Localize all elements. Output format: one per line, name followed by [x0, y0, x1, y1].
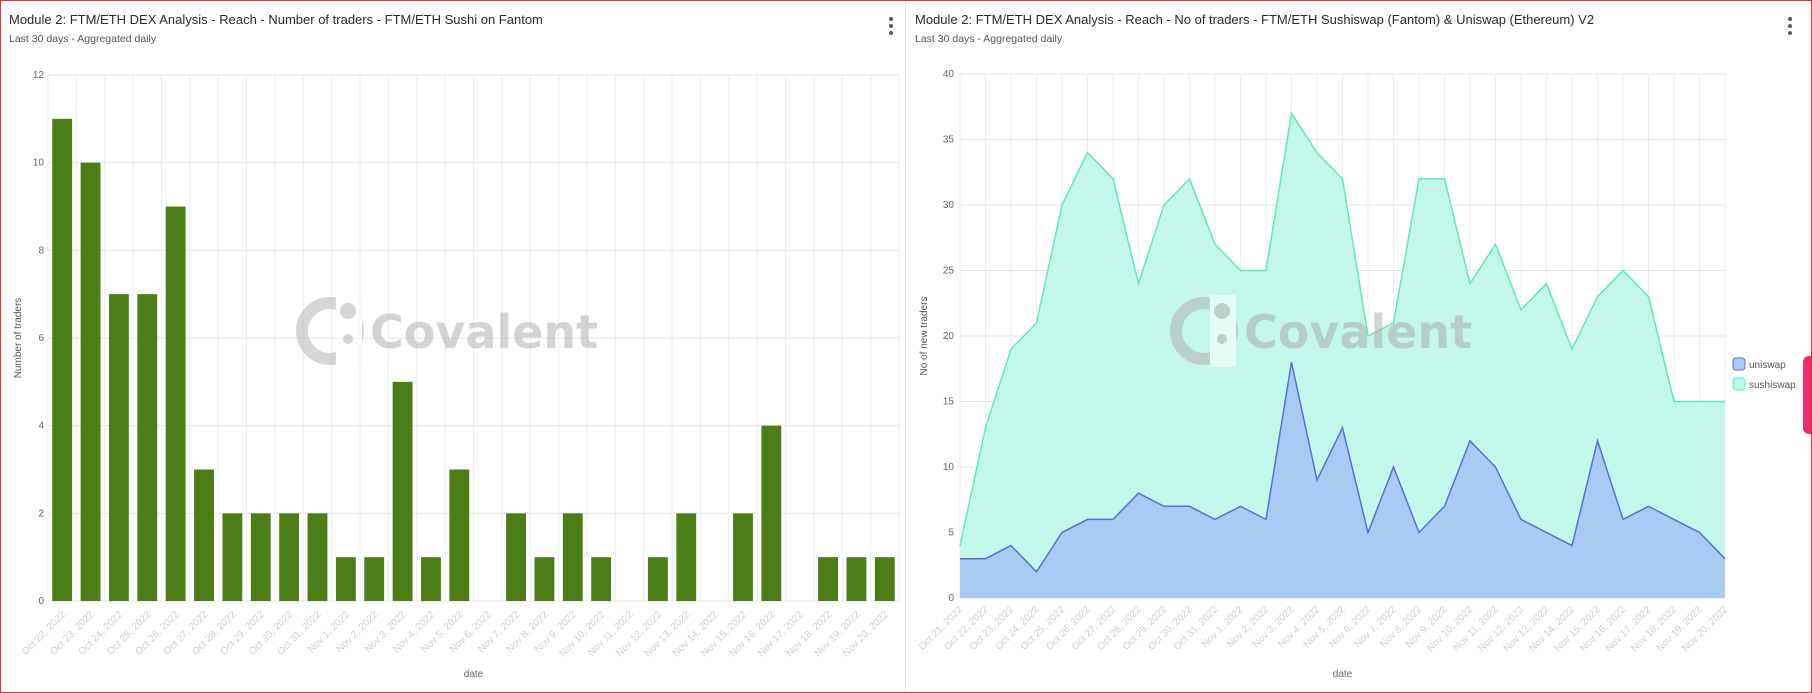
- legend-label: sushiswap: [1749, 380, 1796, 391]
- bar: [137, 294, 158, 601]
- x-axis-label: date: [464, 669, 484, 680]
- y-tick-label: 2: [38, 508, 44, 519]
- bar: [761, 425, 782, 601]
- bar: [80, 162, 101, 601]
- bar: [165, 206, 186, 601]
- bar: [846, 557, 867, 601]
- bar: [421, 557, 441, 601]
- watermark-logo-dot: [1217, 334, 1227, 344]
- bar: [591, 557, 612, 601]
- bar: [506, 513, 526, 601]
- bar: [676, 513, 697, 601]
- x-axis-label: date: [1333, 669, 1353, 680]
- bar: [279, 513, 300, 601]
- covalent-watermark: Covalent: [1170, 295, 1472, 367]
- bar: [562, 513, 583, 601]
- y-tick-label: 4: [38, 421, 44, 432]
- covalent-watermark: Covalent: [296, 295, 598, 367]
- legend-swatch: [1732, 377, 1746, 391]
- bar: [647, 557, 668, 601]
- bar: [733, 513, 753, 601]
- y-axis-label: Number of traders: [13, 298, 24, 379]
- bar: [335, 557, 356, 601]
- y-tick-label: 35: [943, 135, 955, 146]
- y-axis-label: No of new traders: [919, 297, 930, 376]
- watermark-logo-dot: [1214, 303, 1230, 319]
- area-chart: 0510152025303540CovalentOct 21, 2022Oct …: [917, 69, 1796, 680]
- y-tick-label: 15: [943, 397, 955, 408]
- bar: [250, 513, 271, 601]
- bar: [874, 557, 895, 601]
- y-tick-label: 6: [38, 333, 44, 344]
- y-tick-label: 20: [943, 331, 955, 342]
- bar-chart: 024681012CovalentOct 22, 2022Oct 23, 202…: [13, 70, 900, 680]
- watermark-logo-dot: [340, 303, 356, 319]
- legend-label: uniswap: [1749, 360, 1786, 371]
- bar: [818, 557, 839, 601]
- area-chart-panel: Module 2: FTM/ETH DEX Analysis - Reach -…: [907, 1, 1811, 692]
- y-tick-label: 25: [943, 266, 955, 277]
- y-tick-label: 10: [943, 462, 955, 473]
- bar: [392, 381, 413, 601]
- legend-swatch: [1732, 357, 1746, 371]
- bar-chart-panel: Module 2: FTM/ETH DEX Analysis - Reach -…: [1, 1, 906, 692]
- y-tick-label: 30: [943, 200, 955, 211]
- bar: [307, 513, 328, 601]
- bar: [52, 118, 73, 601]
- y-tick-label: 10: [33, 158, 45, 169]
- bar: [534, 557, 555, 601]
- bar: [222, 513, 243, 601]
- bar: [108, 294, 129, 601]
- y-tick-label: 0: [948, 593, 954, 604]
- y-tick-label: 40: [943, 69, 955, 80]
- y-tick-label: 5: [948, 528, 954, 539]
- watermark-text: Covalent: [1244, 305, 1472, 359]
- y-tick-label: 12: [33, 70, 45, 81]
- bar: [194, 469, 214, 601]
- watermark-logo-dot: [343, 334, 353, 344]
- y-tick-label: 0: [38, 596, 44, 607]
- feedback-tab[interactable]: [1803, 356, 1811, 434]
- chart-legend: uniswap sushiswap: [1732, 357, 1796, 391]
- bar: [364, 557, 385, 601]
- watermark-text: Covalent: [370, 305, 598, 359]
- x-tick-label: Nov 20, 2022: [1680, 604, 1730, 654]
- bar: [449, 469, 470, 601]
- y-tick-label: 8: [38, 245, 44, 256]
